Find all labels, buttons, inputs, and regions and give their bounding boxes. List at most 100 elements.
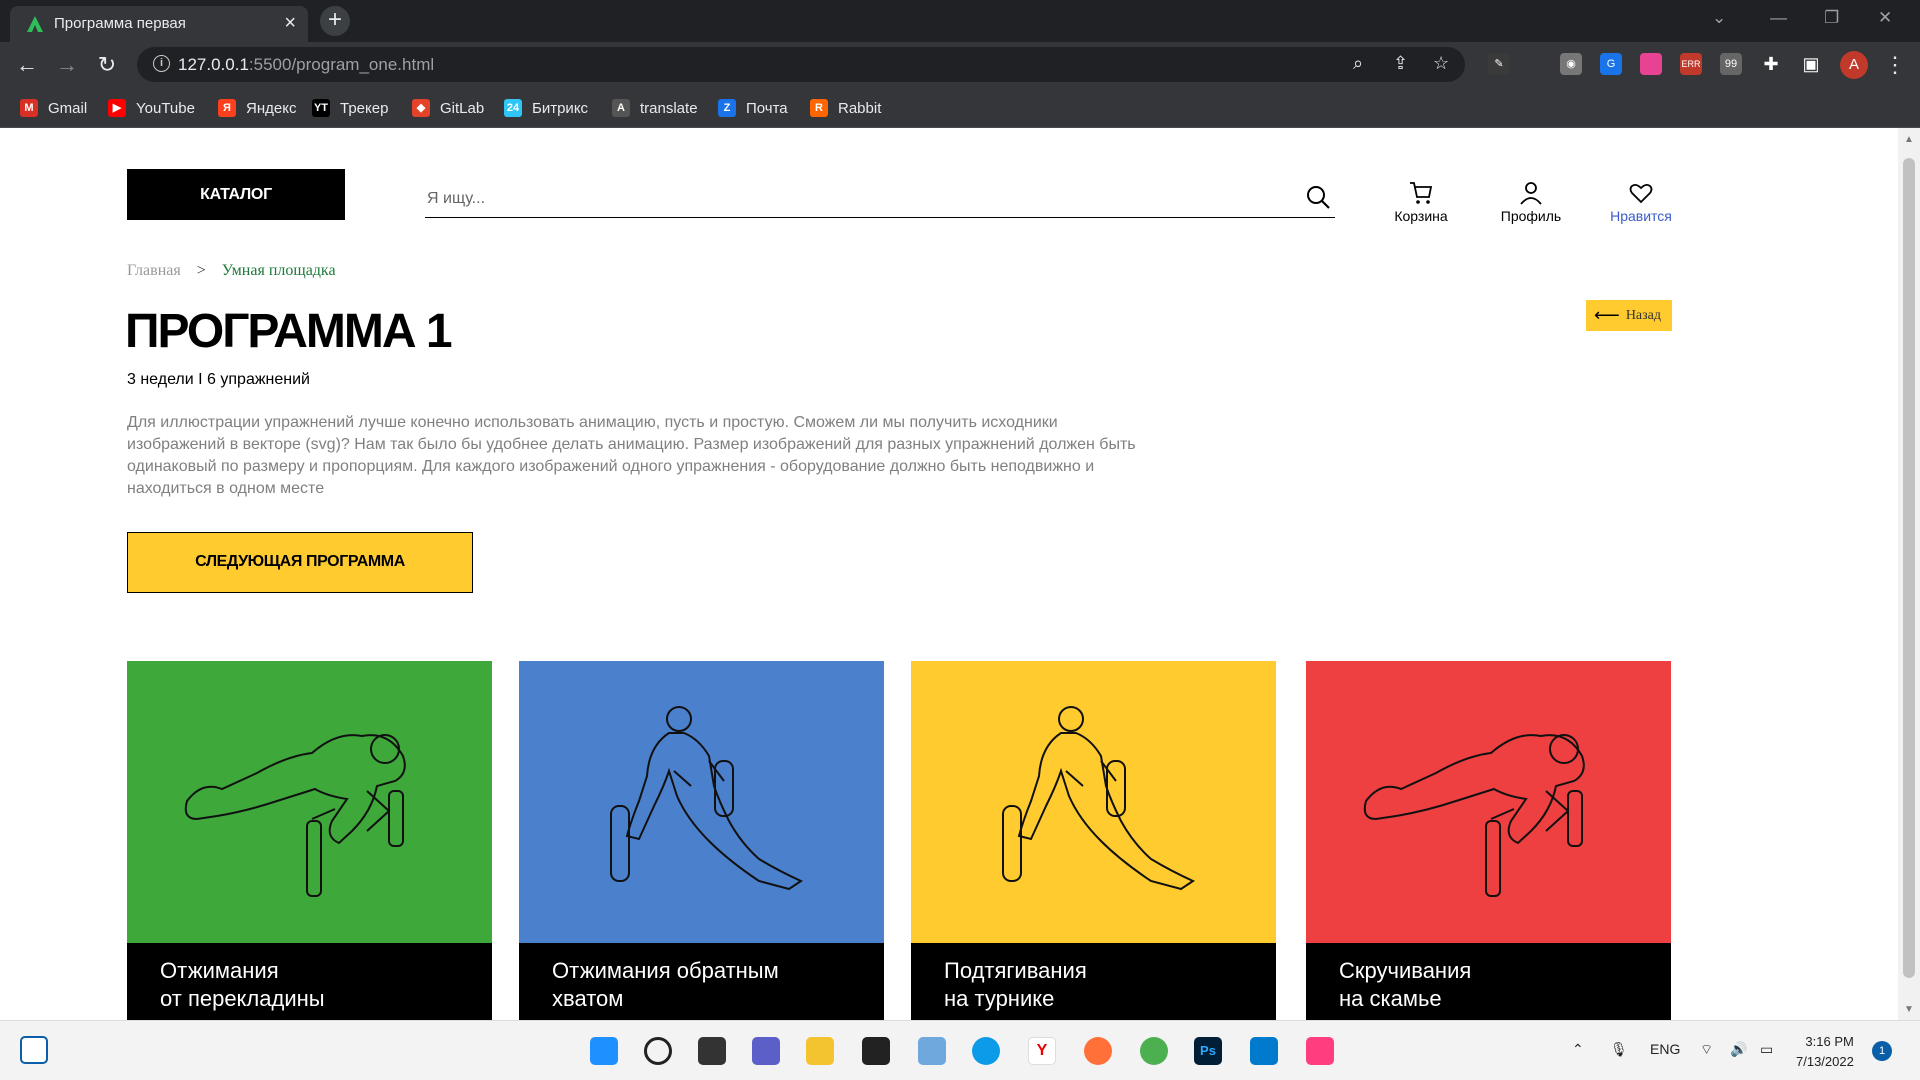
exercise-illustration [911, 661, 1276, 943]
snipping-tool-icon[interactable] [918, 1037, 946, 1065]
menu-kebab-icon[interactable]: ⋮ [1880, 50, 1910, 80]
favorites-link[interactable]: Нравится [1586, 180, 1696, 224]
page-title: ПРОГРАММА 1 [125, 305, 453, 358]
task-view-icon[interactable] [698, 1037, 726, 1065]
search-taskbar-icon[interactable] [644, 1037, 672, 1065]
cart-link[interactable]: Корзина [1366, 180, 1476, 224]
tab-search-icon[interactable]: ⌄ [1712, 8, 1726, 28]
chat-icon[interactable] [752, 1037, 780, 1065]
bookmark-translate[interactable]: Atranslate [612, 97, 698, 119]
clock-time: 3:16 PM [1805, 1034, 1854, 1049]
widgets-icon[interactable] [20, 1036, 48, 1064]
edge-icon[interactable] [972, 1037, 1000, 1065]
restore-icon[interactable]: ❐ [1824, 8, 1839, 28]
back-button[interactable]: ⟵ Назад [1586, 300, 1672, 331]
volume-icon[interactable]: 🔊 [1730, 1041, 1747, 1058]
jetbrains-icon[interactable] [1306, 1037, 1334, 1065]
extension-icon[interactable]: ◉ [1560, 53, 1582, 75]
chrome-icon[interactable] [1140, 1037, 1168, 1065]
bookmark-почта[interactable]: Z Почта [718, 97, 788, 119]
translate-extension-icon[interactable]: G [1600, 53, 1622, 75]
file-explorer-icon[interactable] [806, 1037, 834, 1065]
bookmark-rabbit[interactable]: R Rabbit [810, 97, 881, 119]
back-nav-icon[interactable]: ← [12, 50, 42, 80]
extension-icon[interactable]: 99 [1720, 53, 1742, 75]
terminal-icon[interactable] [862, 1037, 890, 1065]
arrow-left-icon: ⟵ [1594, 305, 1620, 325]
breadcrumb-separator: > [196, 262, 206, 279]
close-tab-icon[interactable]: × [284, 12, 296, 35]
pushup-illustration-icon [1363, 734, 1585, 897]
exercise-title: Скручивания на скамье [1306, 943, 1671, 1020]
new-tab-button[interactable]: + [320, 6, 350, 36]
photoshop-icon[interactable]: Ps [1194, 1037, 1222, 1065]
next-program-button[interactable]: СЛЕДУЮЩАЯ ПРОГРАММА [127, 532, 473, 593]
profile-link[interactable]: Профиль [1476, 180, 1586, 224]
site-info-icon[interactable]: i [153, 55, 170, 72]
bookmark-label: Трекер [340, 99, 389, 117]
tray-overflow-icon[interactable]: ⌃ [1572, 1041, 1584, 1058]
tracker-icon: YT [312, 99, 330, 117]
favorites-label: Нравится [1610, 208, 1672, 224]
search-icon[interactable] [1305, 184, 1331, 210]
scroll-down-icon[interactable]: ▼ [1904, 1004, 1914, 1015]
error-badge-extension-icon[interactable]: ERR [1680, 53, 1702, 75]
user-icon [1520, 182, 1542, 205]
extension-icon[interactable]: ✎ [1488, 53, 1510, 75]
search-bar [425, 181, 1335, 218]
bookmark-gitlab[interactable]: ◆ GitLab [412, 97, 484, 119]
microphone-icon[interactable]: 🎙 [1610, 1041, 1628, 1058]
scrollbar-thumb[interactable] [1903, 158, 1915, 978]
browser-tab-bar: Программа первая × + ⌄ — ❐ ✕ [0, 0, 1920, 42]
breadcrumb-current[interactable]: Умная площадка [222, 262, 336, 279]
exercise-card[interactable]: Подтягивания на турнике [911, 661, 1276, 1020]
back-button-label: Назад [1625, 307, 1662, 323]
exercise-title-line1: Отжимания [160, 958, 279, 983]
exercise-title-line1: Скручивания [1339, 958, 1472, 983]
share-icon[interactable]: ⇪ [1393, 53, 1408, 74]
side-panel-icon[interactable]: ▣ [1800, 53, 1822, 75]
bookmark-star-icon[interactable]: ☆ [1433, 53, 1449, 74]
notification-badge[interactable]: 1 [1872, 1041, 1892, 1061]
bookmark-gmail[interactable]: M Gmail [20, 97, 87, 119]
bookmark-яндекс[interactable]: Я Яндекс [218, 97, 296, 119]
dips-illustration-icon [1002, 706, 1196, 891]
catalog-button[interactable]: КАТАЛОГ [127, 169, 345, 220]
exercise-title-line2: на скамье [1339, 986, 1442, 1011]
exercise-card[interactable]: Отжимания обратным хватом [519, 661, 884, 1020]
exercise-card[interactable]: Скручивания на скамье [1306, 661, 1671, 1020]
url-text[interactable]: 127.0.0.1:5500/program_one.html [178, 55, 434, 75]
bookmark-label: Битрикс [532, 99, 589, 117]
start-icon[interactable] [590, 1037, 618, 1065]
translate-icon: A [612, 99, 630, 117]
tab-title: Программа первая [54, 15, 186, 32]
scroll-up-icon[interactable]: ▲ [1904, 134, 1914, 145]
profile-avatar[interactable]: A [1840, 51, 1868, 79]
search-input[interactable] [427, 187, 1277, 211]
battery-icon[interactable]: ▭ [1760, 1041, 1773, 1058]
bookmark-youtube[interactable]: ▶ YouTube [108, 97, 195, 119]
page-scrollbar[interactable]: ▲ ▼ [1898, 128, 1920, 1020]
address-bar[interactable]: i 127.0.0.1:5500/program_one.html ⌕ ⇪ ☆ [137, 47, 1465, 82]
bookmark-трекер[interactable]: YT Трекер [312, 97, 388, 119]
page-viewport: КАТАЛОГ Корзина Профиль Нравится Главная… [0, 128, 1898, 1020]
bookmark-label: Почта [746, 99, 788, 117]
forward-nav-icon[interactable]: → [52, 50, 82, 80]
minimize-icon[interactable]: — [1770, 8, 1787, 28]
exercise-card[interactable]: Отжимания от перекладины [127, 661, 492, 1020]
extension-icon[interactable] [1640, 53, 1662, 75]
wifi-icon[interactable]: ⌔ [1700, 1041, 1713, 1059]
system-clock[interactable]: 3:16 PM 7/13/2022 [1796, 1032, 1854, 1072]
youtube-icon: ▶ [108, 99, 126, 117]
extensions-puzzle-icon[interactable]: ✚ [1760, 53, 1782, 75]
browser-tab[interactable]: Программа первая × [10, 6, 308, 42]
language-indicator[interactable]: ENG [1650, 1041, 1680, 1057]
bookmark-битрикс[interactable]: 24 Битрикс [504, 97, 588, 119]
zoom-icon[interactable]: ⌕ [1353, 53, 1363, 74]
vscode-icon[interactable] [1250, 1037, 1278, 1065]
reload-icon[interactable]: ↻ [92, 50, 122, 80]
breadcrumb-home-link[interactable]: Главная [127, 262, 181, 279]
yandex-browser-icon[interactable]: Y [1028, 1037, 1056, 1065]
firefox-icon[interactable] [1084, 1037, 1112, 1065]
close-window-icon[interactable]: ✕ [1878, 8, 1892, 28]
